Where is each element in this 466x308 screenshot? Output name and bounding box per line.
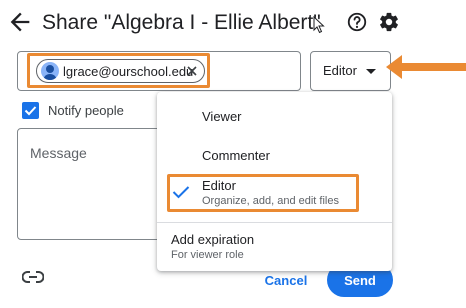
role-menu: Viewer Commenter Editor Organize, add, a… — [157, 92, 392, 271]
menu-item-label: Editor — [202, 178, 236, 193]
menu-item-description: Organize, add, and edit files — [202, 195, 339, 207]
role-dropdown[interactable]: Editor — [310, 51, 391, 91]
message-placeholder: Message — [30, 145, 87, 161]
menu-item-commenter[interactable]: Commenter — [157, 139, 392, 173]
link-icon — [21, 271, 45, 283]
dialog-title: Share "Algebra I - Ellie Albert" — [42, 11, 321, 34]
recipient-email: lgrace@ourschool.edu — [63, 63, 194, 79]
role-selected-label: Editor — [323, 63, 357, 78]
menu-item-label: Commenter — [202, 148, 270, 163]
back-button[interactable] — [6, 8, 34, 36]
copy-link-button[interactable] — [21, 270, 45, 284]
checkmark-icon — [172, 186, 190, 199]
menu-item-add-expiration[interactable]: Add expiration For viewer role — [157, 227, 392, 267]
gear-icon — [380, 12, 398, 32]
menu-item-editor[interactable]: Editor Organize, add, and edit files — [157, 176, 392, 218]
share-dialog: Share "Algebra I - Ellie Albert" lgrace@… — [0, 0, 466, 308]
notify-people-checkbox[interactable] — [22, 102, 39, 119]
menu-divider — [157, 222, 392, 223]
caret-down-icon — [366, 69, 376, 74]
menu-item-viewer[interactable]: Viewer — [157, 100, 392, 134]
orange-pointer-arrow-icon — [386, 55, 466, 79]
menu-item-label: Add expiration — [171, 232, 255, 247]
help-circle-icon — [347, 12, 367, 32]
menu-item-label: Viewer — [202, 109, 242, 124]
arrow-left-icon — [10, 12, 30, 32]
notify-people-label: Notify people — [48, 103, 124, 118]
help-button[interactable] — [346, 11, 368, 33]
mouse-cursor-icon — [313, 16, 325, 34]
remove-recipient-button[interactable] — [185, 64, 199, 78]
close-icon — [187, 66, 197, 76]
settings-button[interactable] — [378, 11, 400, 33]
checkmark-icon — [24, 106, 37, 116]
recipient-chip[interactable]: lgrace@ourschool.edu — [36, 59, 205, 83]
person-avatar-icon — [41, 62, 59, 80]
menu-item-description: For viewer role — [171, 249, 244, 261]
